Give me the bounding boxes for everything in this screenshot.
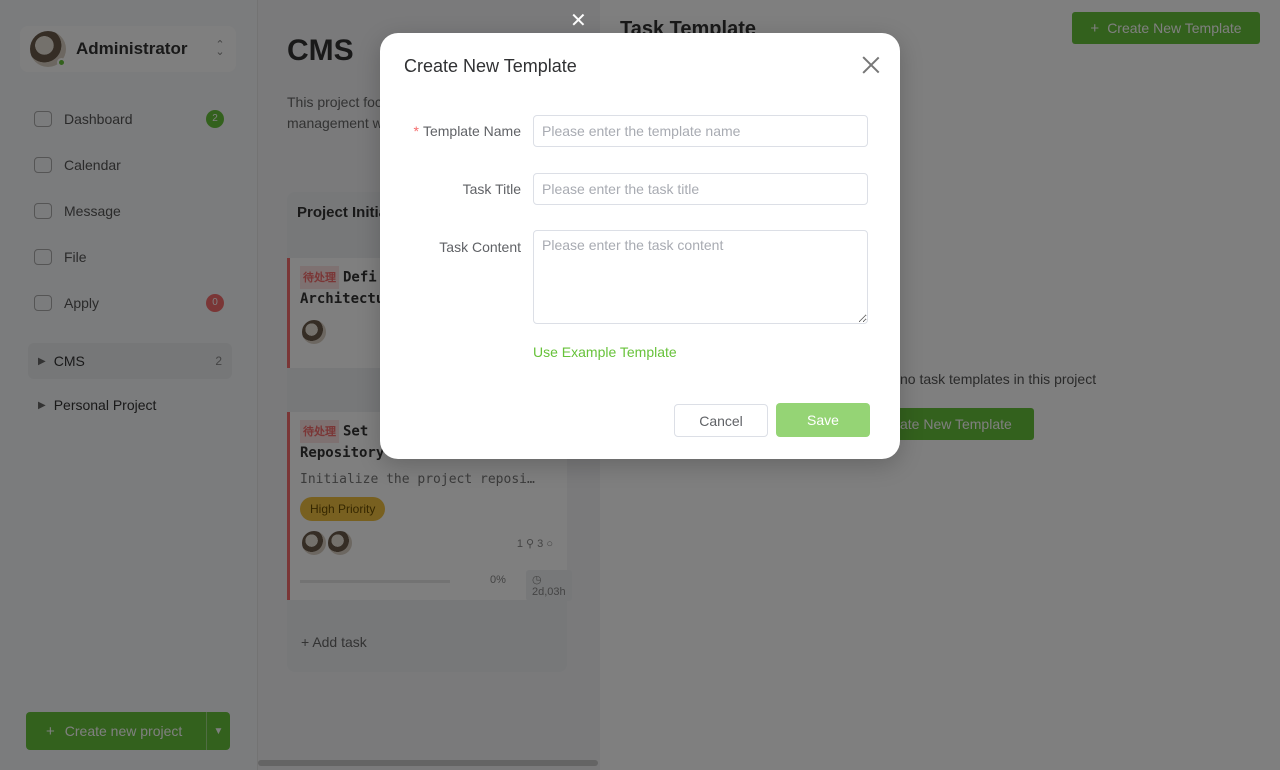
dialog-title: Create New Template	[404, 56, 577, 76]
template-name-label: * Template Name	[380, 123, 522, 139]
create-template-dialog: Create New Template *Template Name Task …	[380, 33, 900, 459]
close-icon[interactable]: ✕	[570, 8, 587, 33]
template-name-input[interactable]	[533, 115, 868, 147]
task-content-textarea[interactable]	[533, 230, 868, 324]
task-content-label: Task Content	[380, 239, 521, 255]
template-name-label-text: Template Name	[422, 123, 521, 139]
task-content-label-text: Task Content	[439, 239, 521, 255]
save-button[interactable]: Save	[776, 403, 870, 437]
cancel-button[interactable]: Cancel	[674, 404, 768, 437]
close-icon[interactable]	[860, 54, 882, 76]
task-title-input[interactable]	[533, 173, 868, 205]
task-title-label-text: Task Title	[462, 181, 521, 197]
use-example-template-link[interactable]: Use Example Template	[533, 344, 677, 360]
task-title-label: Task Title	[380, 181, 521, 197]
required-asterisk: *	[413, 123, 419, 139]
